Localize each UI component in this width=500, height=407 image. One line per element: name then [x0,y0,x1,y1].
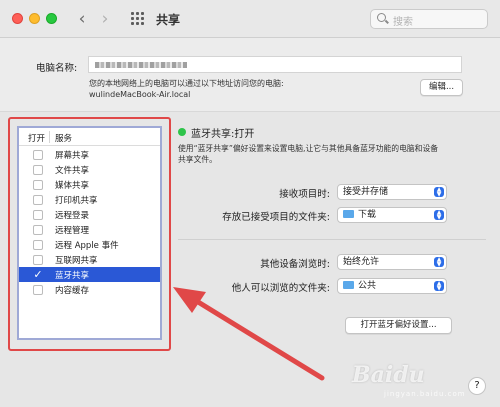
receive-select[interactable]: 接受并存储 ▲ ▼ [337,184,447,200]
search-icon [377,13,386,22]
blurred-name-value [95,62,187,68]
network-address: wulindeMacBook-Air.local [89,90,191,99]
help-button[interactable]: ? [468,377,486,395]
watermark-url: jingyan.baidu.com [384,390,466,398]
network-description: 您的本地网络上的电脑可以通过以下地址访问您的电脑: [89,79,284,88]
status-indicator-icon [178,128,186,136]
edit-button[interactable]: 编辑... [420,79,463,96]
bluetooth-status: 蓝牙共享:打开 [191,129,255,140]
zoom-window-button[interactable] [46,13,57,24]
computer-name-field[interactable] [88,56,462,73]
back-icon[interactable]: ‹ [73,9,91,29]
browse-folder-select[interactable]: 公共 ▲ ▼ [337,278,447,294]
show-all-grid-icon[interactable] [131,12,144,25]
search-input[interactable]: 搜索 [370,9,488,29]
window-title: 共享 [156,13,181,27]
bluetooth-info-cont: 共享文件。 [178,155,217,164]
title-bar: ‹ › 共享 搜索 [0,0,500,38]
computer-name-label: 电脑名称: [36,63,78,74]
close-window-button[interactable] [12,13,23,24]
popup-arrows-icon: ▲ ▼ [434,210,444,221]
section-divider [178,239,486,240]
receive-label: 接收项目时: [279,189,330,200]
bluetooth-info: 使用“蓝牙共享”偏好设置来设置电脑,让它与其他具备蓝牙功能的电脑和设备 [178,144,439,153]
save-folder-label: 存放已接受项目的文件夹: [222,212,330,223]
annotation-highlight-box [8,117,171,351]
save-folder-select[interactable]: 下载 ▲ ▼ [337,207,447,223]
folder-icon [343,210,354,218]
popup-arrows-icon: ▲ ▼ [434,257,444,268]
browse-select[interactable]: 始终允许 ▲ ▼ [337,254,447,270]
forward-icon[interactable]: › [96,9,114,29]
open-bluetooth-prefs-button[interactable]: 打开蓝牙偏好设置... [345,317,452,334]
browse-label: 其他设备浏览时: [260,259,330,270]
minimize-window-button[interactable] [29,13,40,24]
watermark-logo: Baidu [352,362,425,388]
popup-arrows-icon: ▲ ▼ [434,281,444,292]
popup-arrows-icon: ▲ ▼ [434,187,444,198]
browse-folder-label: 他人可以浏览的文件夹: [231,283,330,294]
search-placeholder: 搜索 [393,17,413,28]
folder-icon [343,281,354,289]
